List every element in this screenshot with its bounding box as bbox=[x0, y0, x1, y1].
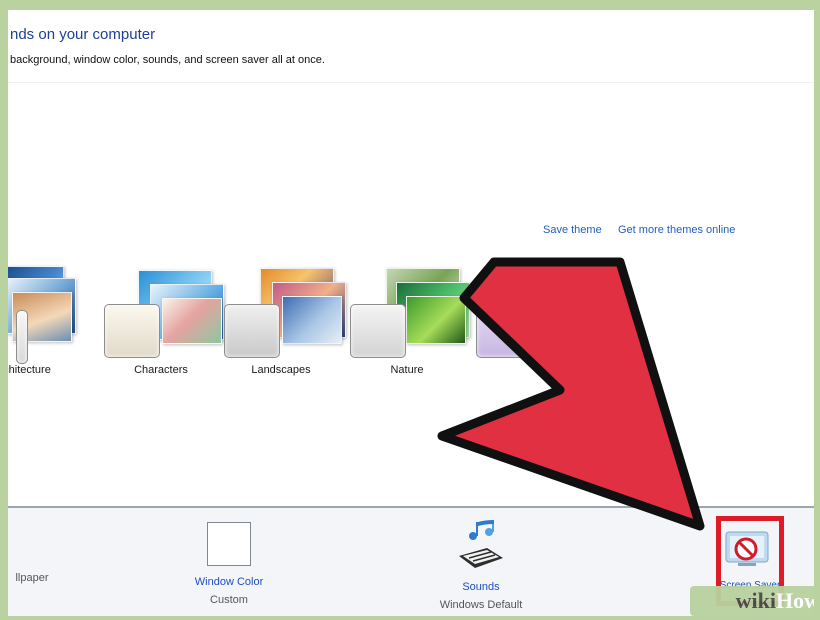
theme-characters[interactable]: Characters bbox=[98, 262, 224, 392]
theme-landscapes[interactable]: Landscapes bbox=[218, 262, 346, 392]
sounds-sub: Windows Default bbox=[439, 599, 523, 611]
theme-color-swatch bbox=[350, 304, 406, 358]
theme-label: Nature bbox=[390, 364, 424, 376]
sounds-label: Sounds bbox=[462, 581, 500, 593]
page-title: nds on your computer bbox=[10, 26, 156, 43]
sounds-item[interactable]: Sounds Windows Default bbox=[426, 518, 536, 611]
page-subtitle: background, window color, sounds, and sc… bbox=[10, 54, 325, 66]
theme-scenes[interactable] bbox=[470, 262, 598, 392]
header-area: nds on your computer background, window … bbox=[8, 10, 814, 83]
theme-label: Landscapes bbox=[251, 364, 311, 376]
window-color-swatch bbox=[207, 522, 251, 566]
watermark-wiki: wiki bbox=[735, 588, 776, 613]
theme-color-swatch bbox=[16, 310, 28, 364]
theme-color-swatch bbox=[476, 304, 532, 358]
get-more-themes-link[interactable]: Get more themes online bbox=[618, 224, 735, 236]
window-color-label: Window Color bbox=[194, 576, 264, 588]
window-color-item[interactable]: Window Color Custom bbox=[174, 518, 284, 606]
theme-label: Characters bbox=[134, 364, 188, 376]
desktop-background-item[interactable]: llpaper bbox=[8, 566, 62, 584]
theme-color-swatch bbox=[104, 304, 160, 358]
theme-nature[interactable]: Nature bbox=[344, 262, 470, 392]
save-theme-link[interactable]: Save theme bbox=[543, 224, 602, 236]
wikihow-watermark: wikiHow bbox=[690, 586, 814, 616]
watermark-how: How bbox=[776, 588, 814, 613]
theme-label: chitecture bbox=[8, 364, 51, 376]
theme-color-swatch bbox=[224, 304, 280, 358]
theme-architecture[interactable]: chitecture bbox=[8, 262, 78, 392]
sounds-icon bbox=[459, 520, 503, 568]
window-color-sub: Custom bbox=[210, 594, 248, 606]
personalization-window: nds on your computer background, window … bbox=[8, 10, 814, 616]
desktop-background-sub: llpaper bbox=[15, 572, 49, 584]
